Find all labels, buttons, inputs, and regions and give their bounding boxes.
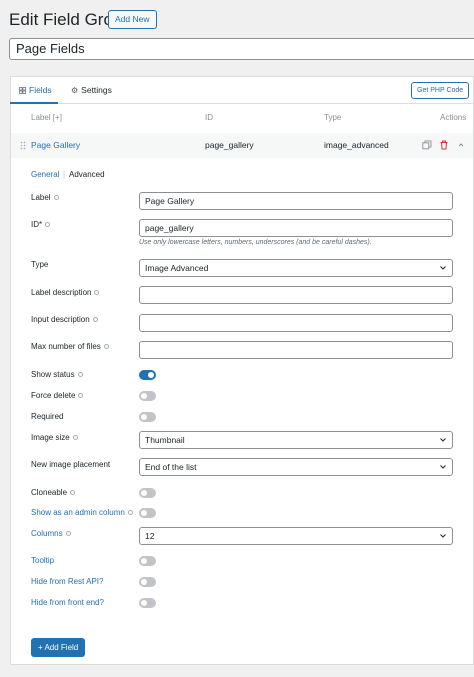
get-php-code-button[interactable]: Get PHP Code [411, 82, 470, 99]
help-icon[interactable] [65, 531, 71, 537]
gear-icon: ⚙ [71, 86, 79, 95]
chevron-down-icon [440, 465, 446, 469]
image-size-select[interactable]: Thumbnail [139, 431, 453, 449]
columns-field-label[interactable]: Columns [31, 529, 71, 538]
chevron-up-icon[interactable] [456, 140, 466, 150]
column-header-actions: Actions [440, 113, 467, 122]
field-row-id: page_gallery [205, 140, 254, 150]
field-row-type: image_advanced [324, 140, 389, 150]
id-input[interactable]: page_gallery [139, 219, 453, 237]
help-icon[interactable] [94, 290, 100, 296]
type-select[interactable]: Image Advanced [139, 259, 453, 277]
tooltip-toggle[interactable] [139, 556, 156, 566]
image-size-select-value: Thumbnail [145, 435, 185, 445]
help-icon[interactable] [127, 510, 133, 516]
tab-fields-label: Fields [29, 85, 52, 95]
type-field-label: Type [31, 260, 49, 269]
trash-icon[interactable] [439, 140, 449, 150]
help-icon[interactable] [70, 490, 76, 496]
tab-settings-label: Settings [81, 85, 112, 95]
admin-column-toggle[interactable] [139, 508, 156, 518]
column-header-type: Type [324, 113, 342, 122]
help-icon[interactable] [53, 195, 59, 201]
hide-front-end-toggle[interactable] [139, 598, 156, 608]
type-select-value: Image Advanced [145, 263, 209, 273]
new-image-placement-field-label: New image placement [31, 460, 111, 469]
admin-column-field-label[interactable]: Show as an admin column [31, 508, 133, 517]
force-delete-toggle[interactable] [139, 391, 156, 401]
help-icon[interactable] [72, 435, 78, 441]
tab-settings[interactable]: ⚙ Settings [71, 77, 131, 104]
input-description-field-label: Input description [31, 315, 98, 324]
tab-bar: Fields ⚙ Settings [10, 77, 474, 104]
fields-grid-icon [19, 87, 26, 94]
help-icon[interactable] [77, 372, 83, 378]
id-field-label: ID* [31, 220, 51, 229]
cloneable-toggle[interactable] [139, 488, 156, 498]
chevron-down-icon [440, 438, 446, 442]
hide-rest-api-toggle[interactable] [139, 577, 156, 587]
max-files-input[interactable] [139, 341, 453, 359]
required-toggle[interactable] [139, 412, 156, 422]
tooltip-field-label[interactable]: Tooltip [31, 556, 54, 565]
help-icon[interactable] [103, 344, 109, 350]
field-group-title-input[interactable]: Page Fields [9, 38, 474, 60]
drag-handle-icon[interactable] [20, 141, 26, 150]
chevron-down-icon [440, 534, 446, 538]
subtab-advanced[interactable]: Advanced [69, 170, 105, 179]
columns-select[interactable]: 12 [139, 527, 453, 545]
show-status-toggle[interactable] [139, 370, 156, 380]
image-size-field-label: Image size [31, 433, 78, 442]
chevron-down-icon [440, 266, 446, 270]
field-row-label[interactable]: Page Gallery [31, 133, 80, 158]
help-icon[interactable] [78, 393, 84, 399]
add-field-button[interactable]: + Add Field [31, 638, 86, 657]
add-new-button[interactable]: Add New [108, 10, 157, 29]
label-description-field-label: Label description [31, 288, 100, 297]
max-files-field-label: Max number of files [31, 342, 109, 351]
cloneable-field-label: Cloneable [31, 488, 76, 497]
show-status-field-label: Show status [31, 370, 83, 379]
hide-front-end-field-label[interactable]: Hide from front end? [31, 598, 104, 607]
subtab-general[interactable]: General [31, 170, 59, 179]
column-header-label[interactable]: Label [+] [31, 109, 62, 127]
force-delete-field-label: Force delete [31, 391, 84, 400]
columns-select-value: 12 [145, 531, 155, 541]
hide-rest-api-field-label[interactable]: Hide from Rest API? [31, 577, 103, 586]
id-hint: Use only lowercase letters, numbers, und… [139, 239, 372, 246]
column-header-id: ID [205, 113, 213, 122]
required-field-label: Required [31, 412, 64, 421]
subtab-separator: | [63, 170, 66, 179]
input-description-input[interactable] [139, 314, 453, 332]
new-image-placement-select[interactable]: End of the list [139, 458, 453, 476]
duplicate-icon[interactable] [422, 140, 432, 150]
label-description-input[interactable] [139, 286, 453, 304]
label-input[interactable]: Page Gallery [139, 192, 453, 210]
tab-fields[interactable]: Fields [10, 77, 58, 104]
help-icon[interactable] [92, 317, 98, 323]
new-image-placement-select-value: End of the list [145, 462, 197, 472]
label-field-label: Label [31, 193, 59, 202]
help-icon[interactable] [45, 222, 51, 228]
